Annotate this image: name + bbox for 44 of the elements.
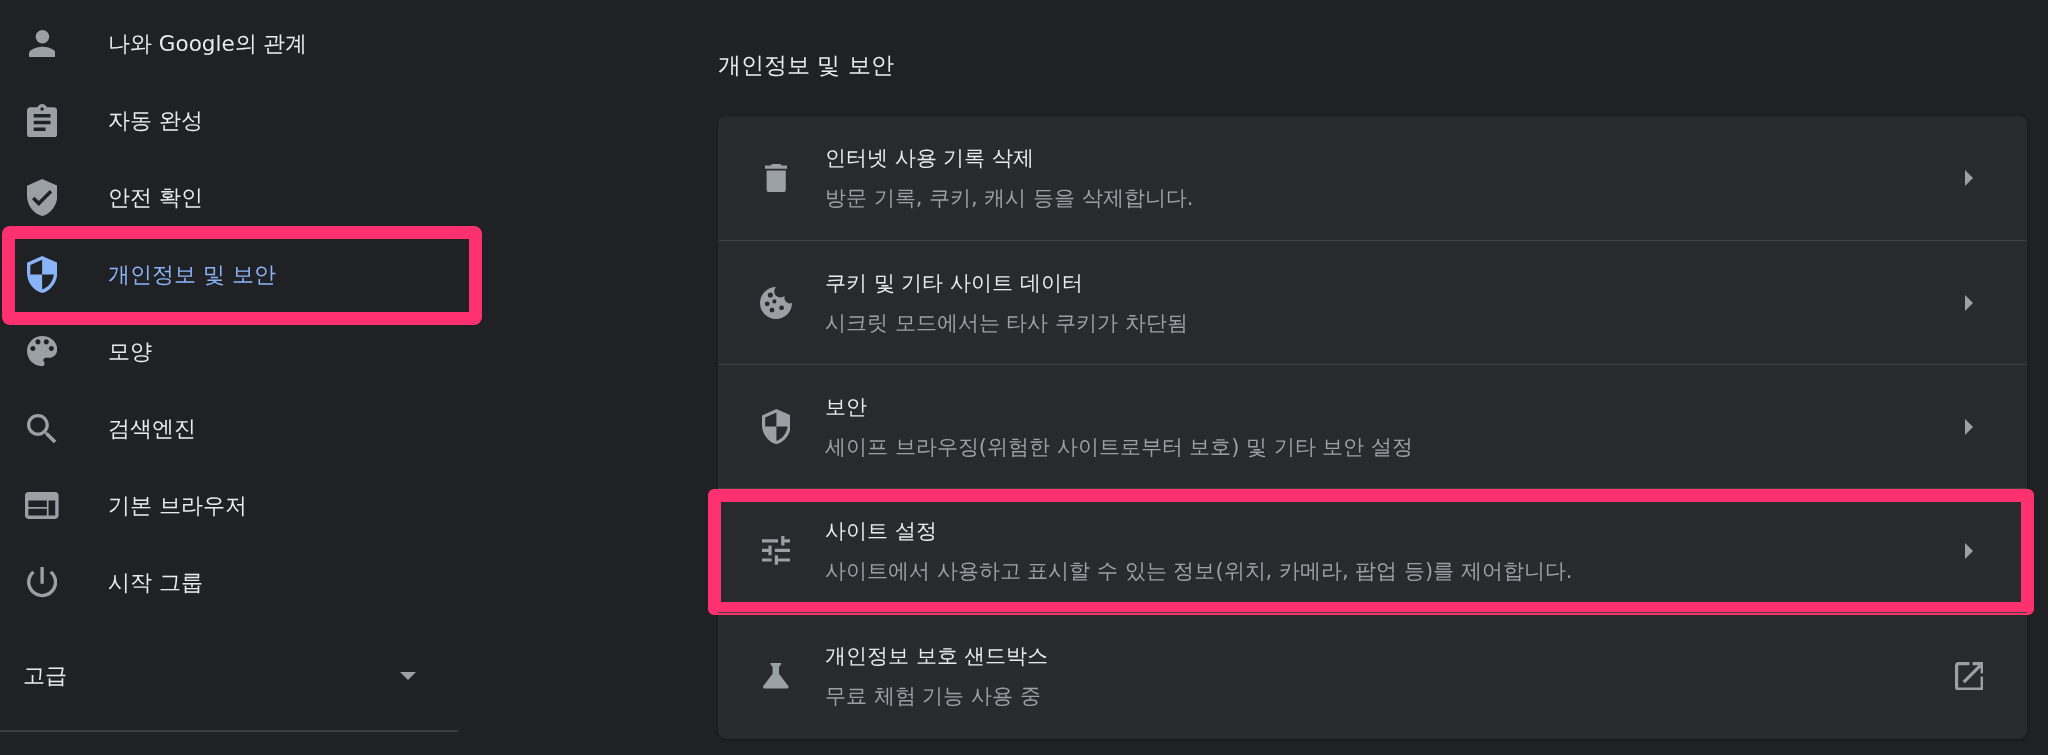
settings-row[interactable]: 보안 세이프 브라우징(위험한 사이트로부터 보호) 및 기타 보안 설정 <box>718 364 2027 488</box>
arrow-right-icon <box>1965 170 1973 186</box>
shield-check-icon <box>26 179 58 216</box>
row-title: 쿠키 및 기타 사이트 데이터 <box>825 269 1083 297</box>
sidebar-item[interactable]: 기본 브라우저 <box>0 467 458 544</box>
open-in-new-icon <box>1954 661 1984 691</box>
arrow-right-icon <box>1965 294 1973 311</box>
sidebar-item[interactable]: 모양 <box>0 313 458 390</box>
settings-row[interactable]: 인터넷 사용 기록 삭제 방문 기록, 쿠키, 캐시 등을 삭제합니다. <box>718 116 2027 240</box>
settings-row[interactable]: 쿠키 및 기타 사이트 데이터 시크릿 모드에서는 타사 쿠키가 차단됨 <box>718 240 2027 364</box>
row-description: 사이트에서 사용하고 표시할 수 있는 정보(위치, 카메라, 팝업 등)를 제어합니다. <box>825 557 1573 585</box>
person-icon <box>28 30 56 57</box>
clipboard-icon <box>26 103 58 138</box>
caret-icon <box>400 671 416 680</box>
sidebar-item[interactable]: 시작 그룹 <box>0 544 458 621</box>
sidebar-item[interactable]: 자동 완성 <box>0 82 458 159</box>
row-title: 보안 <box>825 393 867 421</box>
row-description: 시크릿 모드에서는 타사 쿠키가 차단됨 <box>825 309 1188 337</box>
browser-window-icon <box>25 492 59 519</box>
search-icon <box>27 413 57 444</box>
row-description: 세이프 브라우징(위험한 사이트로부터 보호) 및 기타 보안 설정 <box>825 433 1414 461</box>
arrow-right-icon <box>1965 418 1973 435</box>
arrow-right-icon <box>1965 542 1973 559</box>
settings-row[interactable]: 사이트 설정 사이트에서 사용하고 표시할 수 있는 정보(위치, 카메라, 팝업 등)를 제어합니다. <box>718 488 2027 612</box>
power-icon <box>26 567 58 598</box>
sidebar-item[interactable]: 나와 Google의 관계 <box>0 5 458 82</box>
row-description: 무료 체험 기능 사용 중 <box>825 683 1041 710</box>
shield-icon <box>761 408 791 445</box>
sidebar-item[interactable]: 개인정보 및 보안 <box>0 236 458 313</box>
sidebar-item[interactable]: 안전 확인 <box>0 159 458 236</box>
trash-icon <box>764 163 788 193</box>
cookie-icon <box>760 286 792 319</box>
row-title: 사이트 설정 <box>825 517 937 545</box>
palette-icon <box>26 336 58 367</box>
section-title: 개인정보 및 보안 <box>718 51 894 80</box>
advanced-section-toggle[interactable]: 고급 <box>0 637 458 714</box>
shield-icon <box>26 256 58 293</box>
row-title: 개인정보 보호 샌드박스 <box>825 643 1049 670</box>
sidebar-item[interactable]: 검색엔진 <box>0 390 458 467</box>
flask-icon <box>763 663 789 689</box>
sliders-icon <box>761 536 791 565</box>
settings-row[interactable]: 개인정보 보호 샌드박스 무료 체험 기능 사용 중 <box>718 612 2027 739</box>
row-description: 방문 기록, 쿠키, 캐시 등을 삭제합니다. <box>825 185 1194 212</box>
row-title: 인터넷 사용 기록 삭제 <box>825 145 1035 172</box>
